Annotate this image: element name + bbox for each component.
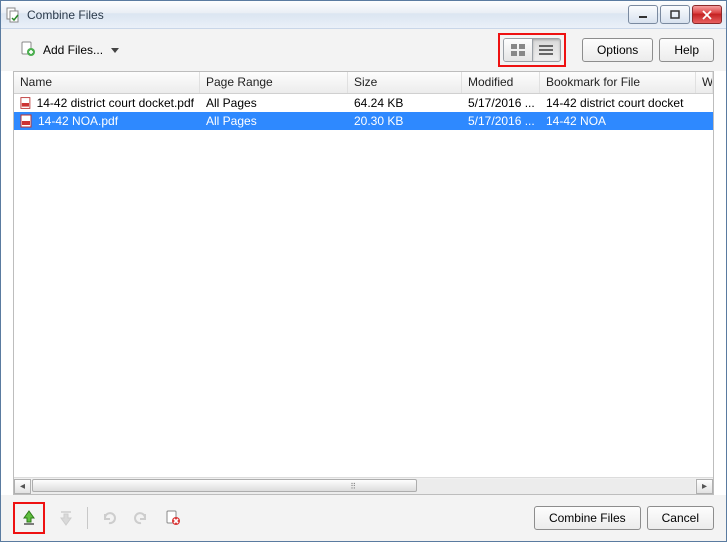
scroll-left-button[interactable]: ◂: [14, 479, 31, 494]
column-bookmark[interactable]: Bookmark for File: [540, 72, 696, 93]
cell-bookmark: 14-42 NOA: [540, 114, 696, 128]
move-up-button[interactable]: [18, 507, 40, 529]
move-down-button[interactable]: [55, 507, 77, 529]
app-icon: [5, 7, 21, 23]
add-files-icon: [19, 40, 37, 61]
cell-bookmark: 14-42 district court docket: [540, 96, 696, 110]
redo-button[interactable]: [130, 507, 152, 529]
undo-button[interactable]: [98, 507, 120, 529]
help-button[interactable]: Help: [659, 38, 714, 62]
cell-range: All Pages: [200, 96, 348, 110]
scroll-thumb[interactable]: [32, 479, 417, 492]
cell-range: All Pages: [200, 114, 348, 128]
footer-tools: [13, 502, 184, 534]
close-button[interactable]: [692, 5, 722, 24]
column-page-range[interactable]: Page Range: [200, 72, 348, 93]
window-title: Combine Files: [27, 8, 628, 22]
titlebar: Combine Files: [1, 1, 726, 29]
column-size[interactable]: Size: [348, 72, 462, 93]
column-warnings[interactable]: Warnings: [696, 72, 713, 93]
table-row[interactable]: 14-42 NOA.pdfAll Pages20.30 KB5/17/2016 …: [14, 112, 713, 130]
scroll-grip-icon: ⠿: [350, 482, 355, 491]
toolbar: Add Files... Options Help: [1, 29, 726, 71]
dropdown-icon: [111, 48, 119, 53]
scroll-right-button[interactable]: ▸: [696, 479, 713, 494]
file-list: Name Page Range Size Modified Bookmark f…: [13, 71, 714, 495]
cell-size: 64.24 KB: [348, 96, 462, 110]
view-toggle-highlight: [498, 33, 566, 67]
cell-name: 14-42 district court docket.pdf: [14, 96, 200, 110]
thumbnail-view-button[interactable]: [504, 39, 532, 61]
cell-modified: 5/17/2016 ...: [462, 96, 540, 110]
options-button[interactable]: Options: [582, 38, 653, 62]
maximize-button[interactable]: [660, 5, 690, 24]
remove-button[interactable]: [162, 507, 184, 529]
combine-files-button[interactable]: Combine Files: [534, 506, 641, 530]
footer: Combine Files Cancel: [1, 495, 726, 541]
table-row[interactable]: 14-42 district court docket.pdfAll Pages…: [14, 94, 713, 112]
list-view-button[interactable]: [532, 39, 560, 61]
add-files-label: Add Files...: [43, 43, 103, 57]
cell-size: 20.30 KB: [348, 114, 462, 128]
horizontal-scrollbar[interactable]: ◂ ⠿ ▸: [14, 477, 713, 494]
minimize-button[interactable]: [628, 5, 658, 24]
file-rows: 14-42 district court docket.pdfAll Pages…: [14, 94, 713, 477]
column-headers: Name Page Range Size Modified Bookmark f…: [14, 72, 713, 94]
move-up-highlight: [13, 502, 45, 534]
column-modified[interactable]: Modified: [462, 72, 540, 93]
cell-name: 14-42 NOA.pdf: [14, 114, 200, 128]
cell-modified: 5/17/2016 ...: [462, 114, 540, 128]
footer-divider: [87, 507, 88, 529]
view-toggle: [503, 38, 561, 62]
add-files-button[interactable]: Add Files...: [13, 36, 125, 65]
combine-files-window: Combine Files Add Files...: [0, 0, 727, 542]
scroll-track[interactable]: ⠿: [32, 479, 695, 494]
column-name[interactable]: Name: [14, 72, 200, 93]
window-controls: [628, 5, 722, 24]
cancel-button[interactable]: Cancel: [647, 506, 714, 530]
